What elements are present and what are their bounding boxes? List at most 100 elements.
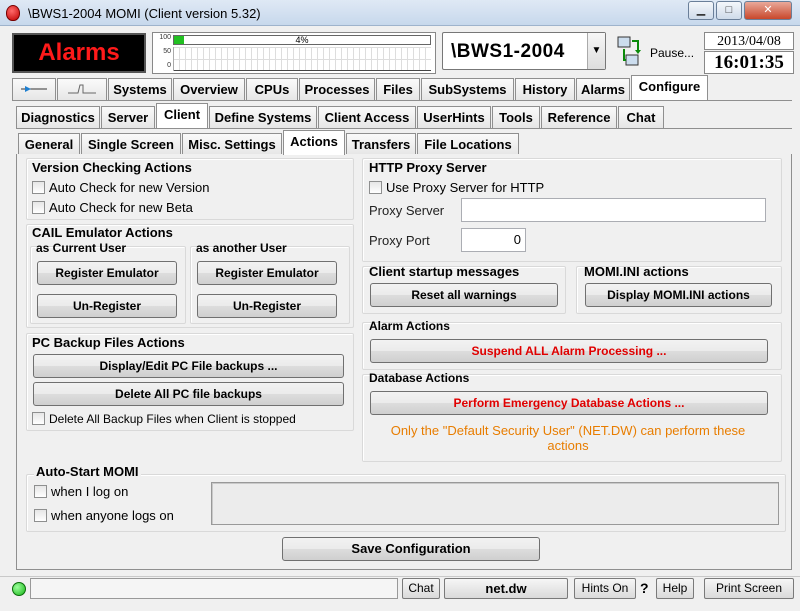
checkbox-box[interactable] (32, 181, 45, 194)
connection-status-icon (12, 582, 26, 596)
question-icon[interactable]: ? (640, 580, 649, 596)
cpu-usage-text: 4% (295, 35, 309, 45)
tab-reference[interactable]: Reference (541, 106, 617, 128)
cpu-axis-label: 0 (167, 62, 171, 69)
tab-diagnostics[interactable]: Diagnostics (16, 106, 100, 128)
suspend-alarms-button[interactable]: Suspend ALL Alarm Processing ... (370, 339, 768, 363)
delete-backups-on-stop-checkbox[interactable]: Delete All Backup Files when Client is s… (32, 412, 296, 426)
tab-history[interactable]: History (515, 78, 575, 100)
auto-check-beta-label: Auto Check for new Beta (49, 200, 193, 215)
autostart-when-i-checkbox[interactable]: when I log on (34, 484, 128, 499)
tab-alarms[interactable]: Alarms (576, 78, 630, 100)
autostart-when-i-label: when I log on (51, 484, 129, 499)
emergency-database-button[interactable]: Perform Emergency Database Actions ... (370, 391, 768, 415)
alarms-indicator[interactable]: Alarms (12, 33, 146, 73)
auto-start-title: Auto-Start MOMI (34, 464, 141, 479)
save-configuration-button[interactable]: Save Configuration (282, 537, 540, 561)
register-emulator-another-button[interactable]: Register Emulator (197, 261, 337, 285)
tab-userhints[interactable]: UserHints (417, 106, 491, 128)
client-startup-title: Client startup messages (369, 264, 520, 279)
cpu-history-plot (173, 47, 431, 71)
register-emulator-current-button[interactable]: Register Emulator (37, 261, 177, 285)
momi-ini-title: MOMI.INI actions (584, 264, 689, 279)
window-title: \BWS1-2004 MOMI (Client version 5.32) (28, 6, 261, 21)
delete-backups-on-stop-label: Delete All Backup Files when Client is s… (49, 412, 296, 426)
date-display: 2013/04/08 (704, 32, 794, 50)
database-actions-title: Database Actions (369, 371, 470, 385)
main-tab-line (12, 100, 792, 101)
reset-warnings-button[interactable]: Reset all warnings (370, 283, 558, 307)
tab-chat[interactable]: Chat (618, 106, 664, 128)
checkbox-box[interactable] (32, 201, 45, 214)
help-button[interactable]: Help (656, 578, 694, 599)
tab-define-systems[interactable]: Define Systems (209, 106, 317, 128)
checkbox-box[interactable] (34, 485, 47, 498)
autostart-anyone-label: when anyone logs on (51, 508, 174, 523)
checkbox-box[interactable] (369, 181, 382, 194)
tab-subsystems[interactable]: SubSystems (421, 78, 514, 100)
close-button[interactable]: ✕ (744, 1, 792, 20)
trend-down-icon (21, 86, 47, 92)
proxy-server-label: Proxy Server (369, 203, 445, 218)
cpu-usage-bar: 4% (173, 35, 431, 45)
maximize-button[interactable]: □ (716, 1, 742, 20)
tab-pulse[interactable] (57, 78, 107, 100)
version-checking-title: Version Checking Actions (32, 160, 192, 175)
pause-button[interactable]: Pause... (612, 32, 698, 74)
cail-emulator-title: CAIL Emulator Actions (32, 225, 173, 240)
display-momi-ini-button[interactable]: Display MOMI.INI actions (585, 283, 772, 307)
tab-systems[interactable]: Systems (108, 78, 172, 100)
security-user-note: Only the "Default Security User" (NET.DW… (390, 423, 746, 453)
title-bar: \BWS1-2004 MOMI (Client version 5.32) ▁ … (0, 0, 800, 26)
pulse-icon (68, 84, 96, 94)
tab-files[interactable]: Files (376, 78, 420, 100)
tab-general[interactable]: General (18, 133, 80, 155)
current-user-button[interactable]: net.dw (444, 578, 568, 599)
autostart-anyone-checkbox[interactable]: when anyone logs on (34, 508, 174, 523)
tab-file-locations[interactable]: File Locations (417, 133, 519, 155)
tab-misc-settings[interactable]: Misc. Settings (182, 133, 282, 155)
minimize-button[interactable]: ▁ (688, 1, 714, 20)
cail-current-user-label: as Current User (36, 241, 127, 255)
network-pause-icon (617, 36, 641, 66)
auto-check-beta-checkbox[interactable]: Auto Check for new Beta (32, 200, 193, 215)
tab-transfers[interactable]: Transfers (346, 133, 416, 155)
proxy-server-input[interactable] (461, 198, 766, 222)
print-screen-button[interactable]: Print Screen (704, 578, 794, 599)
checkbox-box[interactable] (32, 412, 45, 425)
pause-label: Pause... (650, 46, 695, 60)
cpu-axis-label: 50 (163, 48, 171, 55)
auto-check-version-label: Auto Check for new Version (49, 180, 210, 195)
status-message-field (30, 578, 398, 599)
app-icon (6, 5, 20, 21)
unregister-current-button[interactable]: Un-Register (37, 294, 177, 318)
tab-actions[interactable]: Actions (283, 130, 345, 155)
chevron-down-icon[interactable]: ▼ (587, 33, 605, 69)
tab-single-screen[interactable]: Single Screen (81, 133, 181, 155)
unregister-another-button[interactable]: Un-Register (197, 294, 337, 318)
cpu-axis: 100 50 0 (153, 33, 173, 73)
tab-cpus[interactable]: CPUs (246, 78, 298, 100)
auto-check-version-checkbox[interactable]: Auto Check for new Version (32, 180, 209, 195)
cpu-axis-label: 100 (159, 34, 171, 41)
tab-tools[interactable]: Tools (492, 106, 540, 128)
proxy-port-input[interactable]: 0 (461, 228, 526, 252)
delete-all-backups-button[interactable]: Delete All PC file backups (33, 382, 344, 406)
tab-alarm-trend[interactable] (12, 78, 56, 100)
hints-toggle-button[interactable]: Hints On (574, 578, 636, 599)
tab-client[interactable]: Client (156, 103, 208, 128)
tab-configure[interactable]: Configure (631, 75, 708, 100)
tab-overview[interactable]: Overview (173, 78, 245, 100)
config-tab-line (16, 128, 792, 129)
time-display: 16:01:35 (704, 51, 794, 74)
chat-button[interactable]: Chat (402, 578, 440, 599)
display-edit-backups-button[interactable]: Display/Edit PC File backups ... (33, 354, 344, 378)
tab-processes[interactable]: Processes (299, 78, 375, 100)
http-proxy-title: HTTP Proxy Server (369, 160, 487, 175)
tab-server[interactable]: Server (101, 106, 155, 128)
use-proxy-checkbox[interactable]: Use Proxy Server for HTTP (369, 180, 544, 195)
checkbox-box[interactable] (34, 509, 47, 522)
tab-client-access[interactable]: Client Access (318, 106, 416, 128)
server-select[interactable]: \BWS1-2004 ▼ (442, 32, 606, 70)
cail-another-user-label: as another User (196, 241, 287, 255)
